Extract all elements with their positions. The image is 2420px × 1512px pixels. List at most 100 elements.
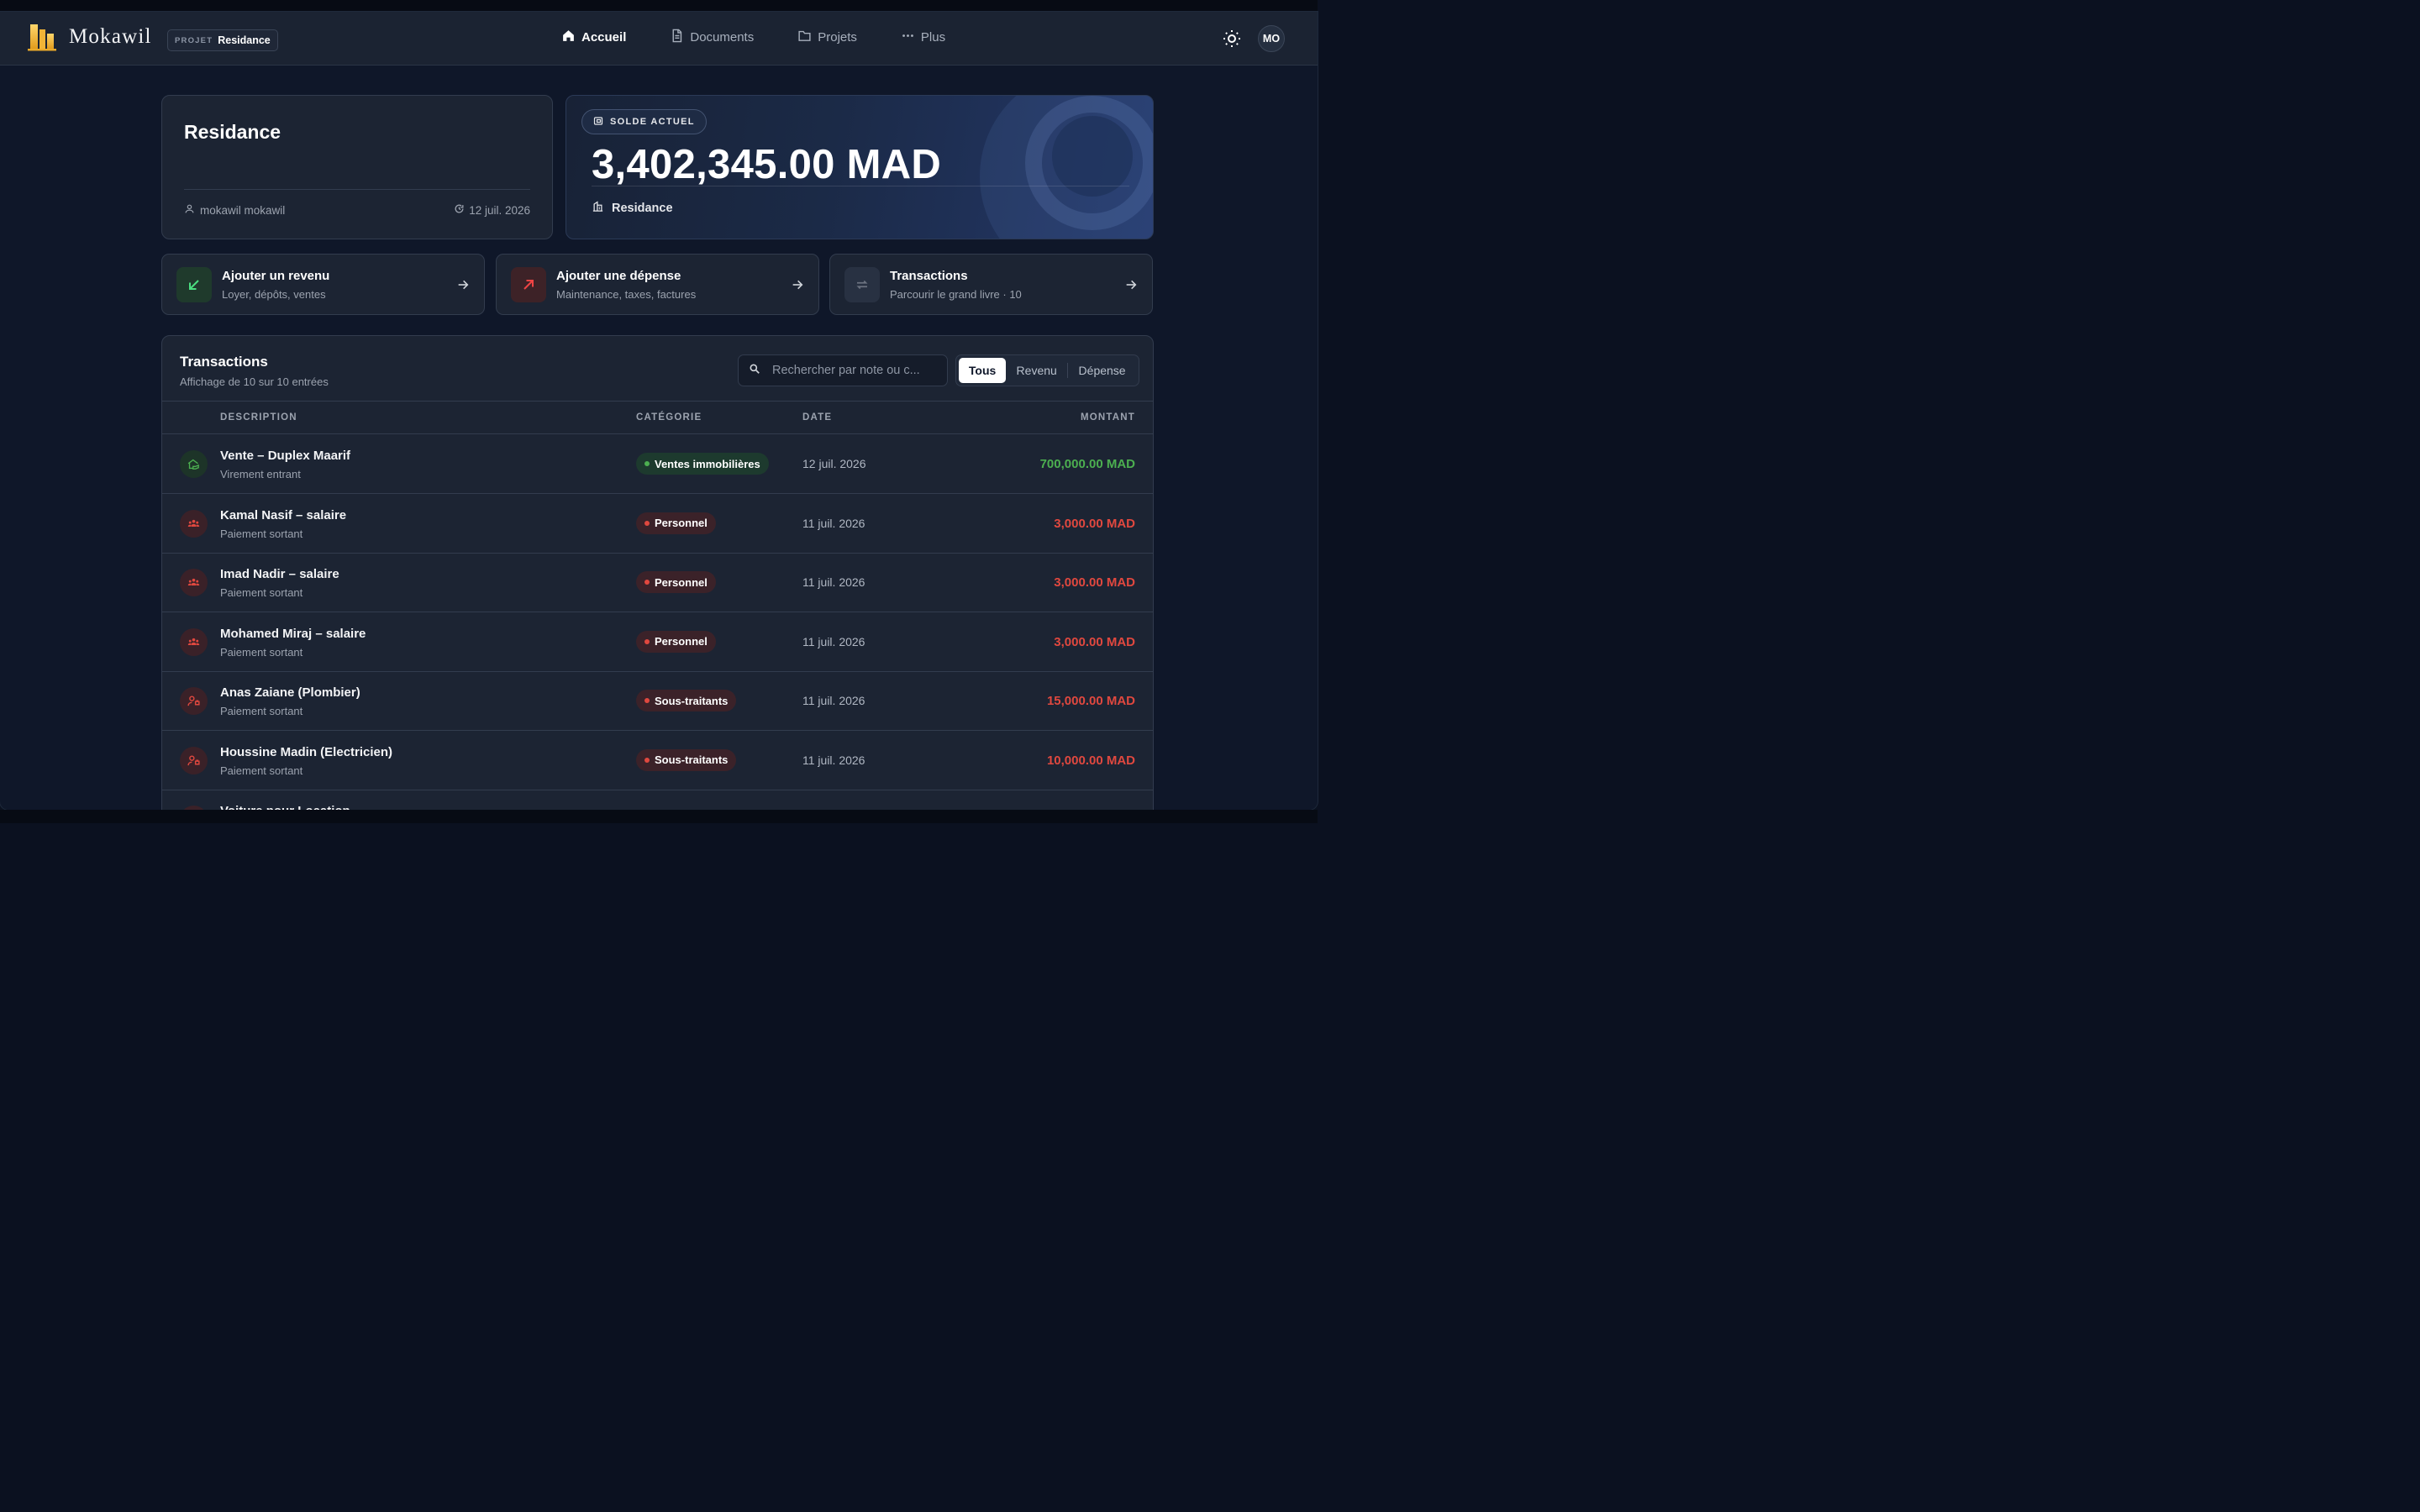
nav-projets-label: Projets [818,30,857,45]
transaction-title: Imad Nadir – salaire [220,567,339,581]
project-owner: mokawil mokawil [184,203,285,217]
nav-plus-label: Plus [920,30,946,45]
project-date-text: 12 juil. 2026 [469,203,530,217]
column-header-date[interactable]: DATE [802,412,832,423]
nav-plus[interactable]: Plus [901,29,945,46]
balance-label-badge: SOLDE ACTUEL [581,109,707,134]
action-subtitle: Parcourir le grand livre · 10 [890,288,1022,301]
action-title: Transactions [890,269,968,283]
type-filter: Tous Revenu Dépense [955,354,1139,386]
table-row[interactable]: Houssine Madin (Electricien) Paiement sor… [162,731,1153,790]
team-icon [180,509,208,538]
contractor-icon [180,687,208,715]
brand-logo[interactable]: Mokawil [27,22,152,52]
category-label: Personnel [655,575,708,589]
add-income-button[interactable]: Ajouter un revenu Loyer, dépôts, ventes [161,254,485,315]
category-dot [644,757,650,763]
arrow-up-right-icon [511,267,546,302]
main-nav: Accueil Documents Projets Plus [561,29,989,46]
filter-depense[interactable]: Dépense [1068,358,1136,383]
add-expense-button[interactable]: Ajouter une dépense Maintenance, taxes, … [496,254,819,315]
table-row[interactable]: Vente – Duplex Maarif Virement entrant Ven… [162,434,1153,494]
column-header-amount[interactable]: MONTANT [1081,412,1135,423]
transaction-amount: 3,000.00 MAD [1054,575,1135,590]
transaction-subtitle: Paiement sortant [220,586,303,599]
action-subtitle: Loyer, dépôts, ventes [222,288,326,301]
action-subtitle: Maintenance, taxes, factures [556,288,697,301]
transaction-title: Voiture pour Location [220,804,350,810]
table-row[interactable]: Voiture pour LocationPaiement sortant [162,790,1153,810]
category-label: Personnel [655,517,708,529]
category-label: Sous-traitants [655,694,729,707]
nav-documents[interactable]: Documents [670,29,754,46]
table-row[interactable]: Imad Nadir – salaire Paiement sortant Pers… [162,553,1153,612]
history-icon [454,203,465,217]
balance-label: SOLDE ACTUEL [610,117,695,127]
transactions-title: Transactions [180,354,268,370]
category-badge: Ventes immobilières [636,453,769,475]
transaction-title: Houssine Madin (Electricien) [220,744,393,759]
category-badge: Personnel [636,512,716,534]
transaction-date: 11 juil. 2026 [802,634,865,648]
transactions-button[interactable]: Transactions Parcourir le grand livre · … [829,254,1153,315]
theme-toggle-sun-icon[interactable] [1222,29,1242,49]
category-dot [644,580,650,585]
search-box [738,354,948,386]
nav-projets[interactable]: Projets [797,29,857,46]
transaction-amount: 3,000.00 MAD [1054,516,1135,531]
transaction-subtitle: Paiement sortant [220,764,303,777]
home-icon [561,29,576,46]
transaction-subtitle: Paiement sortant [220,705,303,717]
filter-tous[interactable]: Tous [959,358,1007,383]
avatar[interactable]: MO [1258,25,1285,52]
top-navbar: Mokawil PROJET Residance Accueil Documen… [0,12,1318,66]
decorative-circle-inner [1052,116,1133,197]
table-row[interactable]: Mohamed Miraj – salaire Paiement sortant P… [162,612,1153,672]
filter-revenu[interactable]: Revenu [1006,358,1067,383]
category-dot [644,461,650,466]
nav-accueil[interactable]: Accueil [561,29,626,46]
transaction-date: 12 juil. 2026 [802,457,866,470]
project-switcher[interactable]: PROJET Residance [167,29,278,51]
balance-project-name: Residance [612,201,673,215]
category-badge: Sous-traitants [636,690,737,711]
balance-amount: 3,402,345.00 MAD [592,142,942,187]
transaction-subtitle: Virement entrant [220,468,301,480]
nav-accueil-label: Accueil [581,30,627,45]
project-badge-value: Residance [218,34,271,46]
table-row[interactable]: Anas Zaiane (Plombier) Paiement sortant So… [162,671,1153,731]
team-icon [180,627,208,656]
transaction-date: 11 juil. 2026 [802,694,865,707]
project-owner-name: mokawil mokawil [200,203,286,217]
project-title: Residance [184,121,281,143]
balance-card: SOLDE ACTUEL 3,402,345.00 MAD Residance [566,95,1154,239]
transaction-date: 11 juil. 2026 [802,575,865,589]
user-icon [184,203,195,217]
column-header-description[interactable]: DESCRIPTION [220,412,297,423]
transactions-panel: Transactions Affichage de 10 sur 10 entr… [161,335,1154,810]
transaction-subtitle: Paiement sortant [220,645,303,659]
house-sale-icon [180,450,208,478]
app-window: Mokawil PROJET Residance Accueil Documen… [0,12,1318,810]
nav-documents-label: Documents [690,30,755,45]
action-title: Ajouter une dépense [556,269,681,283]
category-badge: Personnel [636,630,716,653]
window-bottom-strip [0,810,1318,823]
folder-icon [797,29,812,46]
category-label: Sous-traitants [655,753,729,766]
search-input[interactable] [772,364,937,377]
divider [184,189,530,190]
table-row[interactable]: Kamal Nasif – salaire Paiement sortant Per… [162,494,1153,554]
transactions-count: Affichage de 10 sur 10 entrées [180,375,329,388]
window-top-strip [0,0,1318,12]
category-badge: Personnel [636,571,716,593]
table-header: DESCRIPTION CATÉGORIE DATE MONTANT [162,401,1153,434]
team-icon [180,569,208,596]
transaction-amount: 15,000.00 MAD [1046,694,1135,708]
project-date: 12 juil. 2026 [454,203,530,217]
arrow-down-left-icon [176,267,212,302]
building-icon [592,200,604,216]
arrow-right-icon [1124,278,1138,291]
column-header-category[interactable]: CATÉGORIE [636,412,702,423]
contractor-icon [180,746,208,774]
